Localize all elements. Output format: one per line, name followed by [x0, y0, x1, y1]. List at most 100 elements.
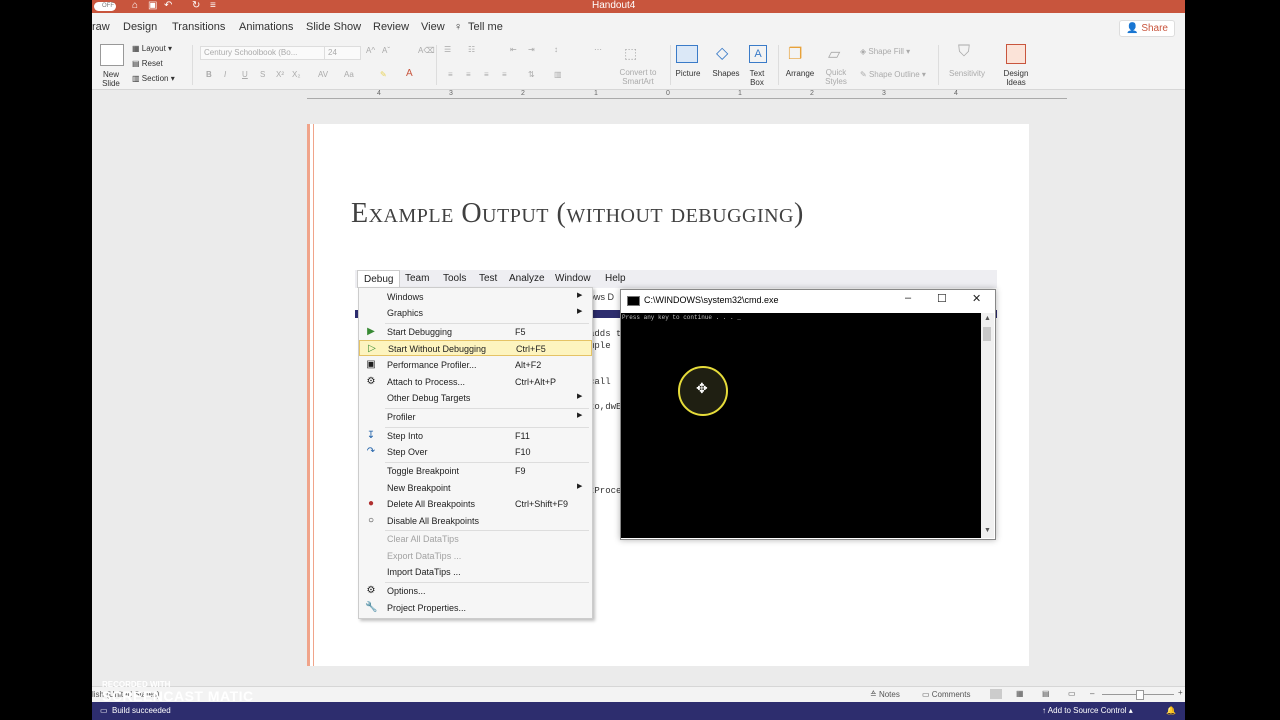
text-box-label[interactable]: Text Box — [744, 69, 770, 87]
redo-icon[interactable]: ↻ — [192, 0, 200, 12]
menu-item-profiler[interactable]: Profiler ▶ — [359, 409, 592, 425]
font-size-field[interactable]: 24 — [324, 46, 361, 60]
menu-item-toggle-breakpoint[interactable]: Toggle Breakpoint F9 — [359, 463, 592, 479]
home-icon[interactable]: ⌂ — [132, 0, 138, 12]
columns-icon[interactable]: ▥ — [554, 70, 562, 79]
clear-format-icon[interactable]: A⌫ — [418, 46, 435, 55]
close-icon[interactable]: ✕ — [972, 292, 981, 305]
section-button[interactable]: ▥ Section ▾ — [132, 74, 175, 83]
shapes-label[interactable]: Shapes — [709, 69, 743, 78]
decrease-font-icon[interactable]: Aˇ — [382, 46, 390, 55]
tab-slide-show[interactable]: Slide Show — [306, 21, 361, 33]
menu-item-delete-all-breakpoints[interactable]: ● Delete All Breakpoints Ctrl+Shift+F9 — [359, 496, 592, 512]
cmd-scrollbar[interactable]: ▲ ▼ — [981, 313, 994, 538]
bold-icon[interactable]: B — [206, 70, 212, 79]
customize-toolbar-icon[interactable]: ≡ — [210, 0, 216, 12]
scroll-up-icon[interactable]: ▲ — [984, 315, 991, 322]
menu-item-disable-all-breakpoints[interactable]: ○ Disable All Breakpoints — [359, 513, 592, 529]
sensitivity-label[interactable]: Sensitivity — [944, 69, 990, 78]
numbering-icon[interactable]: ☷ — [468, 45, 475, 54]
font-name-field[interactable]: Century Schoolbook (Bo... — [200, 46, 325, 60]
underline-icon[interactable]: U — [242, 70, 248, 79]
justify-icon[interactable]: ≡ — [502, 70, 507, 79]
slide-title[interactable]: Example Output (without debugging) — [351, 198, 804, 230]
smartart-icon[interactable]: ⬚ — [624, 45, 637, 62]
cmd-console[interactable]: Press any key to continue . . . _ — [621, 313, 981, 538]
menu-item-new-breakpoint[interactable]: New Breakpoint ▶ — [359, 480, 592, 496]
italic-icon[interactable]: I — [224, 70, 226, 79]
reading-view-icon[interactable]: ▤ — [1042, 689, 1050, 698]
scroll-thumb[interactable] — [983, 327, 991, 341]
new-slide-label[interactable]: New Slide — [96, 70, 126, 88]
arrange-icon[interactable]: ❐ — [788, 44, 802, 64]
bullets-icon[interactable]: ☰ — [444, 45, 451, 54]
tab-view[interactable]: View — [421, 21, 445, 33]
tab-draw[interactable]: raw — [92, 21, 110, 33]
add-source-control-button[interactable]: ↑ Add to Source Control ▴ — [1042, 706, 1133, 715]
zoom-thumb[interactable] — [1136, 690, 1144, 700]
superscript-icon[interactable]: X² — [276, 70, 284, 79]
picture-icon[interactable] — [676, 45, 698, 63]
line-spacing-icon[interactable]: ↕ — [554, 45, 558, 54]
tab-transitions[interactable]: Transitions — [172, 21, 225, 33]
zoom-out-icon[interactable]: – — [1090, 689, 1094, 698]
undo-icon[interactable]: ↶ — [164, 0, 172, 12]
font-color-icon[interactable]: A — [406, 68, 413, 79]
vs-menu-debug[interactable]: Debug — [357, 270, 401, 288]
menu-item-step-over[interactable]: ↷ Step Over F10 — [359, 444, 592, 460]
menu-item-step-into[interactable]: ↧ Step Into F11 — [359, 428, 592, 444]
normal-view-icon[interactable] — [990, 689, 1002, 699]
arrange-label[interactable]: Arrange — [782, 69, 818, 78]
scroll-down-icon[interactable]: ▼ — [984, 527, 991, 534]
quick-styles-icon[interactable]: ▱ — [828, 44, 840, 64]
increase-indent-icon[interactable]: ⇥ — [528, 45, 535, 54]
text-direction-icon[interactable]: ⇅ — [528, 70, 535, 79]
notes-button[interactable]: ≙ Notes — [870, 690, 900, 699]
change-case-icon[interactable]: Aa — [344, 70, 354, 79]
notification-icon[interactable]: 🔔 — [1166, 706, 1176, 715]
char-spacing-icon[interactable]: AV — [318, 70, 328, 79]
picture-label[interactable]: Picture — [672, 69, 704, 78]
menu-item-start-debugging[interactable]: ▶ Start Debugging F5 — [359, 324, 592, 340]
slide-sorter-icon[interactable]: ▦ — [1016, 689, 1024, 698]
menu-item-start-without-debugging[interactable]: ▷ Start Without Debugging Ctrl+F5 — [359, 340, 592, 356]
align-right-icon[interactable]: ≡ — [484, 70, 489, 79]
comments-button[interactable]: ▭ Comments — [922, 690, 970, 699]
vs-menu-test[interactable]: Test — [479, 273, 497, 284]
layout-button[interactable]: ▦ Layout ▾ — [132, 44, 172, 53]
menu-item-options[interactable]: ⚙ Options... — [359, 583, 592, 599]
align-center-icon[interactable]: ≡ — [466, 70, 471, 79]
shape-outline-button[interactable]: ✎ Shape Outline ▾ — [860, 70, 926, 79]
menu-item-other-debug-targets[interactable]: Other Debug Targets ▶ — [359, 390, 592, 406]
tab-tell-me[interactable]: Tell me — [468, 21, 503, 33]
maximize-icon[interactable]: ☐ — [937, 292, 947, 305]
menu-item-attach-to-process[interactable]: ⚙ Attach to Process... Ctrl+Alt+P — [359, 374, 592, 390]
text-box-icon[interactable]: A — [749, 45, 767, 63]
cmd-window[interactable]: C:\WINDOWS\system32\cmd.exe – ☐ ✕ Press … — [620, 289, 996, 540]
menu-item-project-properties[interactable]: 🔧 Project Properties... — [359, 600, 592, 616]
slideshow-icon[interactable]: ▭ — [1068, 689, 1076, 698]
decrease-indent-icon[interactable]: ⇤ — [510, 45, 517, 54]
menu-item-graphics[interactable]: Graphics ▶ — [359, 305, 592, 321]
shape-fill-button[interactable]: ◈ Shape Fill ▾ — [860, 47, 910, 56]
vs-menu-team[interactable]: Team — [405, 273, 429, 284]
strikethrough-icon[interactable]: S — [260, 70, 265, 79]
shapes-icon[interactable]: ◇ — [716, 43, 728, 63]
tab-animations[interactable]: Animations — [239, 21, 293, 33]
new-slide-icon[interactable] — [100, 44, 124, 66]
minimize-icon[interactable]: – — [905, 292, 911, 304]
vs-menu-analyze[interactable]: Analyze — [509, 273, 545, 284]
convert-smartart-label[interactable]: Convert to SmartArt — [612, 68, 664, 86]
autosave-toggle[interactable]: OFF — [94, 2, 116, 11]
tab-design[interactable]: Design — [123, 21, 157, 33]
menu-item-windows[interactable]: Windows ▶ — [359, 289, 592, 305]
align-left-icon[interactable]: ≡ — [448, 70, 453, 79]
quick-styles-label[interactable]: Quick Styles — [820, 68, 852, 86]
vs-menu-window[interactable]: Window — [555, 273, 591, 284]
sensitivity-icon[interactable]: ⛉ — [958, 43, 970, 61]
align-text-icon[interactable]: ⋯ — [594, 45, 602, 54]
tab-review[interactable]: Review — [373, 21, 409, 33]
subscript-icon[interactable]: X₂ — [292, 70, 300, 79]
zoom-in-icon[interactable]: + — [1178, 688, 1183, 697]
reset-button[interactable]: ▤ Reset — [132, 59, 163, 68]
